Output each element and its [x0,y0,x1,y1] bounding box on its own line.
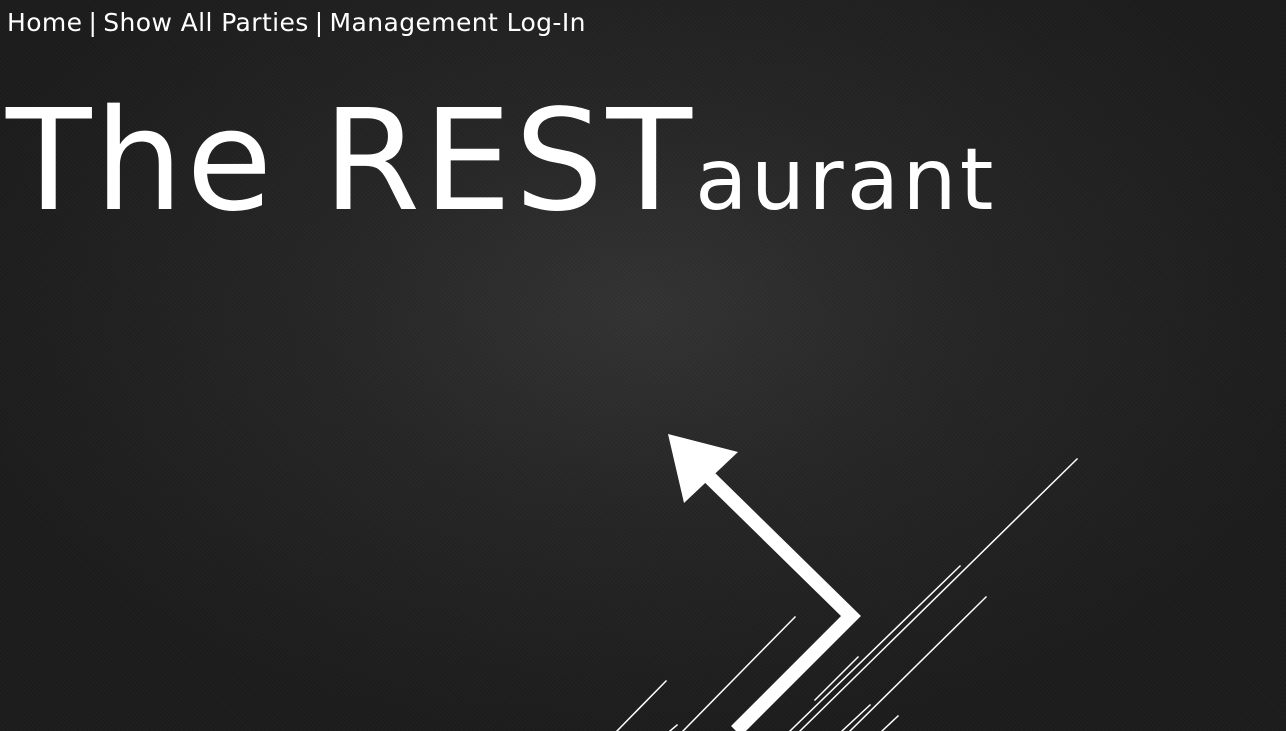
speed-line [798,457,1079,731]
speed-line [813,655,860,702]
speed-line [668,723,679,731]
speed-line [880,714,900,731]
speed-line [840,703,872,731]
speed-line [615,679,668,731]
arrow-graphic [615,434,1079,731]
speed-line [681,615,797,731]
speed-line [848,595,988,731]
